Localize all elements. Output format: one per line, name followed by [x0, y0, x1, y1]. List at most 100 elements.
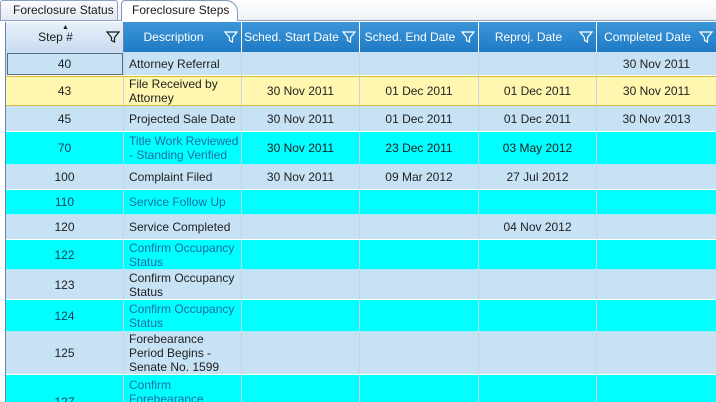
cell-sched-start[interactable]: 30 Nov 2011	[242, 76, 360, 106]
cell-sched-start[interactable]: 30 Nov 2011	[242, 106, 360, 132]
cell-reproj-date[interactable]	[479, 270, 597, 300]
cell-reproj-date[interactable]: 04 Nov 2012	[479, 215, 597, 240]
cell-description[interactable]: Forebearance Period Begins - Senate No. …	[124, 332, 242, 375]
cell-sched-end[interactable]: 23 Dec 2011	[360, 132, 479, 165]
cell-reproj-date[interactable]	[479, 190, 597, 215]
cell-completed-date[interactable]	[597, 215, 716, 240]
table-row-selected[interactable]: 43 File Received by Attorney 30 Nov 2011…	[6, 76, 716, 106]
cell-sched-end[interactable]	[360, 240, 479, 270]
cell-sched-start[interactable]	[242, 190, 360, 215]
table-row[interactable]: 123 Confirm Occupancy Status	[6, 270, 716, 300]
filter-funnel-icon[interactable]	[342, 30, 356, 44]
cell-completed-date[interactable]: 30 Nov 2011	[597, 52, 716, 76]
cell-reproj-date[interactable]	[479, 52, 597, 76]
table-row[interactable]: 127 Confirm Forebearance	[6, 375, 716, 402]
cell-reproj-date[interactable]	[479, 300, 597, 332]
cell-sched-end[interactable]	[360, 375, 479, 402]
column-header-step[interactable]: ▲ Step #	[6, 22, 124, 52]
cell-step[interactable]: 45	[6, 106, 124, 132]
table-row[interactable]: 120 Service Completed 04 Nov 2012	[6, 215, 716, 240]
cell-reproj-date[interactable]	[479, 375, 597, 402]
cell-sched-start[interactable]	[242, 332, 360, 375]
cell-completed-date[interactable]	[597, 270, 716, 300]
column-header-description[interactable]: Description	[124, 22, 242, 52]
cell-reproj-date[interactable]: 01 Dec 2011	[479, 106, 597, 132]
cell-reproj-date[interactable]: 03 May 2012	[479, 132, 597, 165]
cell-sched-end[interactable]: 01 Dec 2011	[360, 76, 479, 106]
cell-completed-date[interactable]: 30 Nov 2011	[597, 76, 716, 106]
cell-completed-date[interactable]	[597, 165, 716, 190]
cell-step[interactable]: 122	[6, 240, 124, 270]
filter-funnel-icon[interactable]	[699, 30, 713, 44]
cell-sched-end[interactable]: 01 Dec 2011	[360, 106, 479, 132]
grid-header: ▲ Step # Description Sched. Start Date S…	[6, 22, 716, 52]
cell-sched-start[interactable]	[242, 375, 360, 402]
cell-step[interactable]: 40	[6, 52, 124, 76]
filter-funnel-icon[interactable]	[461, 30, 475, 44]
column-header-completed-date[interactable]: Completed Date	[597, 22, 716, 52]
cell-description[interactable]: Confirm Occupancy Status	[124, 270, 242, 300]
tab-foreclosure-status[interactable]: Foreclosure Status	[0, 0, 118, 20]
cell-description[interactable]: Title Work Reviewed - Standing Verified	[124, 132, 242, 165]
cell-sched-end[interactable]	[360, 300, 479, 332]
cell-sched-start[interactable]	[242, 240, 360, 270]
cell-description[interactable]: Service Completed	[124, 215, 242, 240]
cell-step[interactable]: 123	[6, 270, 124, 300]
cell-reproj-date[interactable]	[479, 240, 597, 270]
table-row[interactable]: 125 Forebearance Period Begins - Senate …	[6, 332, 716, 375]
cell-sched-start[interactable]: 30 Nov 2011	[242, 165, 360, 190]
cell-completed-date[interactable]	[597, 240, 716, 270]
table-row[interactable]: 100 Complaint Filed 30 Nov 2011 09 Mar 2…	[6, 165, 716, 190]
table-row[interactable]: 40 Attorney Referral 30 Nov 2011	[6, 52, 716, 76]
cell-step[interactable]: 127	[6, 375, 124, 402]
table-row[interactable]: 122 Confirm Occupancy Status	[6, 240, 716, 270]
cell-reproj-date[interactable]: 01 Dec 2011	[479, 76, 597, 106]
cell-completed-date[interactable]: 30 Nov 2013	[597, 106, 716, 132]
cell-completed-date[interactable]	[597, 332, 716, 375]
cell-step[interactable]: 70	[6, 132, 124, 165]
cell-description[interactable]: Projected Sale Date	[124, 106, 242, 132]
column-header-sched-end[interactable]: Sched. End Date	[360, 22, 479, 52]
cell-completed-date[interactable]	[597, 300, 716, 332]
cell-description[interactable]: Confirm Occupancy Status	[124, 240, 242, 270]
cell-step[interactable]: 124	[6, 300, 124, 332]
cell-reproj-date[interactable]: 27 Jul 2012	[479, 165, 597, 190]
cell-description[interactable]: File Received by Attorney	[124, 76, 242, 106]
cell-completed-date[interactable]	[597, 132, 716, 165]
cell-step[interactable]: 125	[6, 332, 124, 375]
tab-foreclosure-steps[interactable]: Foreclosure Steps	[121, 0, 238, 21]
cell-sched-end[interactable]	[360, 215, 479, 240]
column-header-sched-start[interactable]: Sched. Start Date	[242, 22, 360, 52]
foreclosure-steps-grid: ▲ Step # Description Sched. Start Date S…	[5, 22, 716, 402]
cell-sched-end[interactable]	[360, 332, 479, 375]
filter-funnel-icon[interactable]	[579, 30, 593, 44]
cell-completed-date[interactable]	[597, 190, 716, 215]
cell-completed-date[interactable]	[597, 375, 716, 402]
cell-sched-end[interactable]	[360, 52, 479, 76]
cell-sched-end[interactable]	[360, 270, 479, 300]
cell-step[interactable]: 120	[6, 215, 124, 240]
cell-sched-start[interactable]	[242, 270, 360, 300]
cell-sched-end[interactable]: 09 Mar 2012	[360, 165, 479, 190]
cell-description[interactable]: Confirm Occupancy Status	[124, 300, 242, 332]
filter-funnel-icon[interactable]	[106, 30, 120, 44]
cell-step[interactable]: 100	[6, 165, 124, 190]
table-row[interactable]: 45 Projected Sale Date 30 Nov 2011 01 De…	[6, 106, 716, 132]
cell-description[interactable]: Confirm Forebearance	[124, 375, 242, 402]
cell-description[interactable]: Attorney Referral	[124, 52, 242, 76]
cell-step[interactable]: 110	[6, 190, 124, 215]
table-row[interactable]: 70 Title Work Reviewed - Standing Verifi…	[6, 132, 716, 165]
filter-funnel-icon[interactable]	[224, 30, 238, 44]
cell-sched-start[interactable]	[242, 300, 360, 332]
cell-description[interactable]: Complaint Filed	[124, 165, 242, 190]
table-row[interactable]: 124 Confirm Occupancy Status	[6, 300, 716, 332]
column-header-reproj-date[interactable]: Reproj. Date	[479, 22, 597, 52]
cell-step[interactable]: 43	[6, 76, 124, 106]
cell-reproj-date[interactable]	[479, 332, 597, 375]
cell-description[interactable]: Service Follow Up	[124, 190, 242, 215]
cell-sched-start[interactable]: 30 Nov 2011	[242, 132, 360, 165]
table-row[interactable]: 110 Service Follow Up	[6, 190, 716, 215]
cell-sched-end[interactable]	[360, 190, 479, 215]
cell-sched-start[interactable]	[242, 52, 360, 76]
cell-sched-start[interactable]	[242, 215, 360, 240]
